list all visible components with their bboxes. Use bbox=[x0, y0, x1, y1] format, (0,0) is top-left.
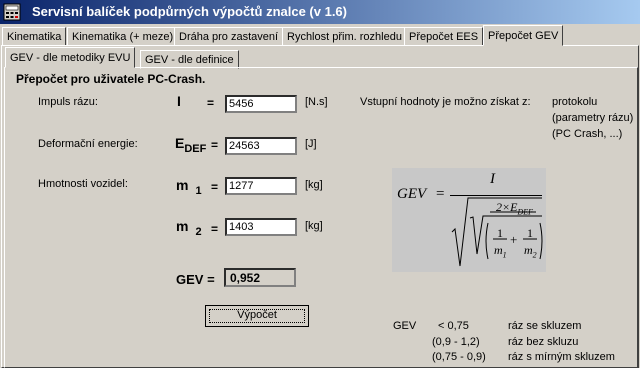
m2-input[interactable]: 1403 bbox=[225, 218, 297, 236]
formula-one-a: 1 bbox=[497, 226, 503, 240]
formula-plus: + bbox=[510, 232, 518, 247]
m1-input[interactable]: 1277 bbox=[225, 177, 297, 195]
formula-one-b: 1 bbox=[527, 226, 533, 240]
calculator-icon bbox=[3, 3, 21, 21]
section-title: Přepočet pro uživatele PC-Crash. bbox=[16, 72, 206, 86]
impulse-input[interactable]: 5456 bbox=[225, 95, 297, 113]
info-line-2: (parametry rázu) bbox=[552, 112, 634, 124]
tab-prepocet-ees[interactable]: Přepočet EES bbox=[404, 27, 484, 46]
formula-lhs: GEV bbox=[397, 186, 427, 202]
gev-result-value: 0,952 bbox=[224, 268, 296, 287]
m2-unit: [kg] bbox=[305, 220, 323, 232]
legend-range-1: < 0,75 bbox=[438, 320, 469, 332]
impulse-symbol: I bbox=[177, 93, 181, 109]
m2-equals: = bbox=[211, 222, 219, 236]
impulse-unit: [N.s] bbox=[305, 96, 328, 108]
impulse-label: Impuls rázu: bbox=[38, 96, 98, 108]
formula-m1: m1 bbox=[494, 243, 507, 260]
m2-symbol: m2 bbox=[176, 218, 202, 238]
legend-label: GEV bbox=[393, 320, 417, 332]
calculate-button[interactable]: Výpočet bbox=[205, 305, 309, 327]
tab-rychlost-rozhledu[interactable]: Rychlost přim. rozhledu bbox=[282, 27, 407, 46]
tab-kinematika-meze[interactable]: Kinematika (+ meze) bbox=[67, 27, 179, 46]
subtab-dle-metodiky-evu[interactable]: GEV - dle metodiky EVU bbox=[5, 47, 136, 68]
tab-kinematika[interactable]: Kinematika bbox=[2, 27, 67, 46]
formula-numerator: I bbox=[490, 171, 495, 187]
formula-equals: = bbox=[436, 186, 445, 202]
energy-equals: = bbox=[211, 138, 219, 152]
legend-range-2: (0,9 - 1,2) bbox=[432, 336, 480, 348]
info-line-3: (PC Crash, ...) bbox=[552, 128, 623, 140]
impulse-equals: = bbox=[207, 96, 215, 110]
tab-prepocet-gev[interactable]: Přepočet GEV bbox=[483, 25, 564, 46]
formula-inner-numerator: 2×EDEF bbox=[496, 200, 533, 217]
legend-range-3: (0,75 - 0,9) bbox=[432, 351, 486, 363]
title-bar: Servisní balíček podpůrných výpočtů znal… bbox=[0, 0, 640, 24]
formula-m2: m2 bbox=[524, 243, 537, 260]
gev-formula: GEV = I 2×EDEF 1 1 + m1 m2 bbox=[392, 168, 546, 272]
m1-equals: = bbox=[211, 180, 219, 194]
energy-symbol: EDEF bbox=[175, 135, 207, 155]
info-line-1: protokolu bbox=[552, 96, 598, 108]
energy-label: Deformační energie: bbox=[38, 138, 138, 150]
info-text: Vstupní hodnoty je možno získat z: bbox=[360, 96, 531, 108]
m1-unit: [kg] bbox=[305, 179, 323, 191]
gev-result-label: GEV = bbox=[176, 272, 215, 287]
energy-unit: [J] bbox=[305, 138, 317, 150]
window-title: Servisní balíček podpůrných výpočtů znal… bbox=[32, 4, 347, 19]
legend-desc-2: ráz bez skluzu bbox=[508, 336, 579, 348]
mass-label: Hmotnosti vozidel: bbox=[38, 178, 128, 190]
calculate-button-label: Výpočet bbox=[237, 309, 277, 321]
legend-desc-3: ráz s mírným skluzem bbox=[508, 351, 615, 363]
energy-input[interactable]: 24563 bbox=[225, 137, 297, 155]
m1-symbol: m1 bbox=[176, 177, 202, 197]
legend-desc-1: ráz se skluzem bbox=[508, 320, 582, 332]
tab-draha-pro-zastaveni[interactable]: Dráha pro zastavení bbox=[174, 27, 284, 46]
